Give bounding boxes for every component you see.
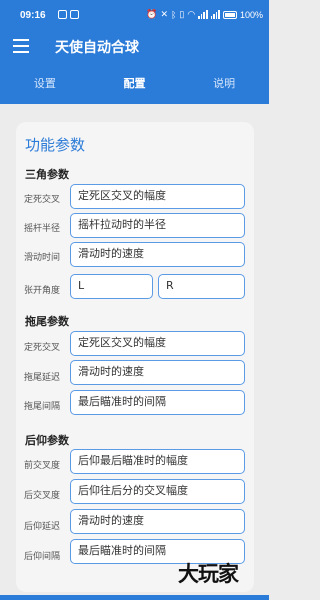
input-back-delay[interactable]: 滑动时的速度 [70,509,245,534]
bluetooth-icon: ᛒ [171,9,177,20]
input-back-cross[interactable]: 后仰往后分的交叉幅度 [70,479,245,504]
mute-icon: ✕ [160,9,168,19]
input-tail-delay[interactable]: 滑动时的速度 [70,360,245,385]
menu-icon[interactable] [13,39,29,53]
status-time: 09:16 [20,10,46,21]
section-title-back: 后仰参数 [25,434,69,447]
input-joystick-radius[interactable]: 摇杆拉动时的半径 [70,213,245,238]
params-card: 功能参数 三角参数 定死交叉 定死区交叉的幅度 摇杆半径 摇杆拉动时的半径 滑动… [16,122,254,592]
notification-icon [70,10,79,19]
alarm-icon: ⏰ [146,9,158,19]
label-back-interval: 后仰间隔 [24,552,61,562]
input-front-cross[interactable]: 后仰最后瞄准时的幅度 [70,449,245,474]
tab-bar: 设置 配置 说明 [0,64,269,104]
signal-icon [210,10,220,19]
signal-icon [198,10,208,19]
app-title: 天使自动合球 [55,40,139,56]
notification-icon [58,10,67,19]
status-bar: 09:16 ⏰ ✕ ᛒ ▯ ◠ 100% [0,0,269,30]
tab-help[interactable]: 说明 [179,64,269,104]
label-tail-delay: 拖尾延迟 [24,373,61,383]
input-tail-interval[interactable]: 最后瞄准时的间隔 [70,390,245,415]
input-angle-left[interactable]: L [70,274,153,299]
notification-icons [58,10,79,19]
system-icons: ⏰ ✕ ᛒ ▯ ◠ 100% [146,9,263,20]
wifi-icon: ◠ [187,9,196,19]
tab-settings[interactable]: 设置 [0,64,90,104]
label-back-cross: 后交叉度 [24,491,61,501]
battery-percent: 100% [239,9,263,20]
label-tail-cross: 定死交叉 [24,343,61,353]
tab-config[interactable]: 配置 [90,64,180,104]
card-title: 功能参数 [25,136,86,154]
input-triangle-cross[interactable]: 定死区交叉的幅度 [70,184,245,209]
bottom-bar [0,595,269,600]
label-tail-interval: 拖尾间隔 [24,402,61,412]
label-triangle-cross: 定死交叉 [24,195,61,205]
input-angle-right[interactable]: R [158,274,245,299]
label-front-cross: 前交叉度 [24,461,61,471]
section-title-triangle: 三角参数 [25,168,69,181]
input-tail-cross[interactable]: 定死区交叉的幅度 [70,331,245,356]
input-slide-time[interactable]: 滑动时的速度 [70,242,245,267]
label-slide-time: 滑动时间 [24,253,61,263]
app-bar: 天使自动合球 [0,30,269,64]
label-back-delay: 后仰延迟 [24,522,61,532]
label-joystick-radius: 摇杆半径 [24,224,61,234]
vibrate-icon: ▯ [179,9,185,19]
section-title-tail: 拖尾参数 [25,315,69,328]
label-open-angle: 张开角度 [24,286,61,296]
battery-icon [222,10,237,19]
watermark-logo: 大玩家 [178,562,239,586]
